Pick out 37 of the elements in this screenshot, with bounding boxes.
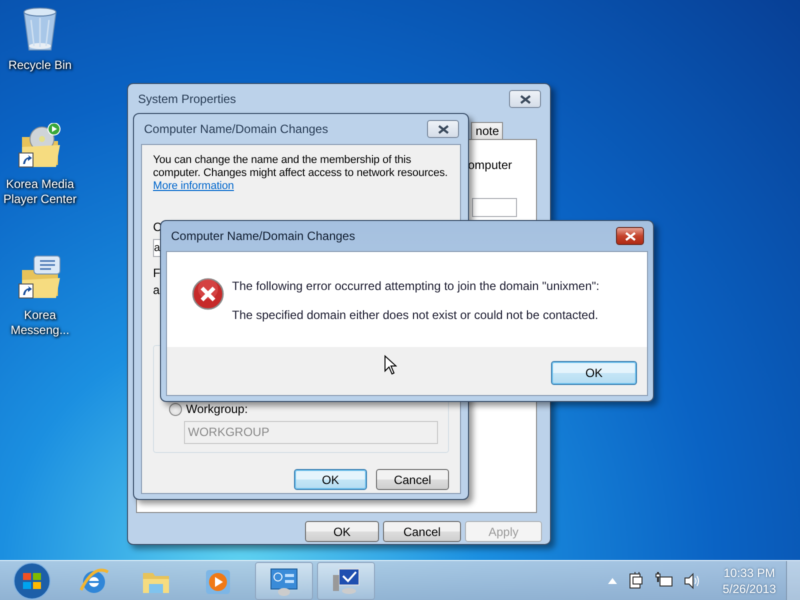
- icon-label[interactable]: Recycle Bin: [1, 58, 79, 73]
- dialog-button[interactable]: OK: [551, 361, 637, 385]
- network-icon[interactable]: [654, 572, 673, 590]
- dialog-button[interactable]: Cancel: [383, 521, 461, 542]
- clock-date: 5/26/2013: [722, 580, 776, 596]
- workgroup-label: Workgroup:: [186, 401, 248, 418]
- label-text: F: [153, 267, 160, 280]
- cursor-icon: [384, 355, 397, 375]
- dialog-button[interactable]: OK: [294, 469, 367, 490]
- label-text: a: [153, 284, 160, 297]
- panel-text: omputer: [468, 157, 512, 174]
- power-icon[interactable]: [628, 572, 644, 590]
- window-title: System Properties: [138, 91, 236, 108]
- input-field[interactable]: [472, 198, 517, 217]
- clock-time: 10:33 PM: [722, 564, 776, 580]
- browser-icon[interactable]: [78, 566, 110, 596]
- window-title: Computer Name/Domain Changes: [144, 121, 328, 138]
- control-panel-icon[interactable]: [268, 566, 300, 596]
- volume-icon[interactable]: [684, 572, 700, 588]
- error-icon: [192, 278, 224, 310]
- computer-icon[interactable]: [330, 566, 362, 596]
- close-icon: [520, 94, 530, 104]
- tab[interactable]: note: [470, 122, 503, 139]
- description-text: You can change the name and the membership of this computer. Changes might affect access to network resources. More information: [153, 154, 449, 193]
- close-button[interactable]: [509, 90, 541, 108]
- dialog-button[interactable]: Cancel: [376, 469, 449, 490]
- error-message: The following error occurred attempting to join the domain "unixmen":: [232, 279, 600, 294]
- error-message: The specified domain either does not exist or could not be contacted.: [232, 308, 600, 323]
- close-button[interactable]: [427, 120, 459, 138]
- icon-label[interactable]: Korea Media Player Center: [1, 177, 79, 207]
- close-icon: [624, 232, 636, 240]
- close-icon: [438, 124, 448, 134]
- close-button[interactable]: [616, 227, 644, 245]
- dialog-button[interactable]: OK: [305, 521, 379, 542]
- window-title: Computer Name/Domain Changes: [171, 228, 356, 245]
- more-information-link[interactable]: More information: [153, 180, 234, 192]
- icon-label[interactable]: Korea Messeng...: [1, 308, 79, 338]
